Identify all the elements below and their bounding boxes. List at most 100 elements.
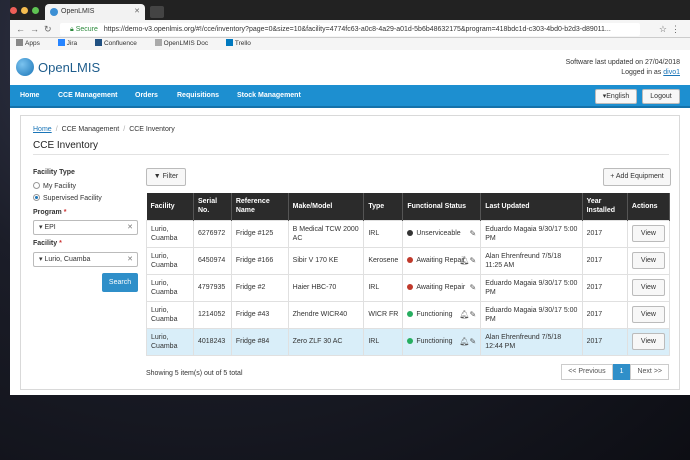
view-button[interactable]: View <box>631 306 665 323</box>
status-dot-icon <box>407 230 414 236</box>
cell-type: IRL <box>363 273 404 302</box>
breadcrumb: Home / CCE Management / CCE Inventory <box>33 126 175 133</box>
forward-icon[interactable]: → <box>30 24 44 34</box>
openlmis-logo-icon[interactable] <box>16 58 34 76</box>
cell-actions: View <box>626 300 671 329</box>
nav-home[interactable]: Home <box>20 92 39 99</box>
next-page-button[interactable]: Next >> <box>630 364 669 380</box>
close-window-icon[interactable] <box>10 7 17 14</box>
username-link[interactable]: divo1 <box>663 69 680 76</box>
bell-edit-icon[interactable]: 🔔︎✎ <box>459 256 476 265</box>
cell-serial: 4797935 <box>193 273 232 302</box>
minimize-window-icon[interactable] <box>21 7 28 14</box>
bookmark-jira[interactable]: Jira <box>57 39 85 47</box>
facility-select[interactable]: ▾ Lurio, Cuamba ✕ <box>33 252 138 267</box>
logo-text[interactable]: OpenLMIS <box>38 60 100 75</box>
plus-icon: + <box>610 173 615 180</box>
view-button[interactable]: View <box>631 225 665 242</box>
menu-icon[interactable]: ⋮ <box>671 24 684 34</box>
table-row: Lurio, Cuamba 4797935 Fridge #2 Haier HB… <box>146 273 671 302</box>
close-tab-icon[interactable]: ✕ <box>134 4 140 20</box>
radio-my-facility[interactable]: My Facility <box>33 182 76 190</box>
jira-icon <box>57 39 65 46</box>
browser-tab[interactable]: OpenLMIS ✕ <box>45 4 145 20</box>
cell-functional-status: Awaiting Repair ✎ <box>402 273 482 302</box>
sync-status: Software last updated on 27/04/2018 <box>565 59 680 66</box>
main-navbar: Home CCE Management Orders Requisitions … <box>10 85 690 108</box>
nav-requisitions[interactable]: Requisitions <box>177 92 219 99</box>
app-page: OpenLMIS Software last updated on 27/04/… <box>10 50 690 395</box>
star-icon[interactable]: ☆ <box>659 24 671 34</box>
col-facility: Facility <box>146 193 194 220</box>
maximize-window-icon[interactable] <box>32 7 39 14</box>
previous-page-button[interactable]: << Previous <box>561 364 613 380</box>
secure-label: Secure <box>75 26 98 33</box>
page-1-button[interactable]: 1 <box>612 364 631 380</box>
clear-program-icon[interactable]: ✕ <box>127 221 133 234</box>
title-divider <box>33 154 669 155</box>
filter-button[interactable]: ▼ Filter <box>146 168 186 186</box>
table-row: Lurio, Cuamba 6276972 Fridge #125 B Medi… <box>146 219 671 248</box>
cell-serial: 1214052 <box>193 300 232 329</box>
col-serial: Serial No. <box>193 193 232 220</box>
bell-edit-icon[interactable]: 🔔︎✎ <box>459 337 476 346</box>
cell-type: IRL <box>363 327 404 356</box>
col-make-model: Make/Model <box>288 193 365 220</box>
cell-make-model: Zero ZLF 30 AC <box>287 327 365 356</box>
confluence-icon <box>94 39 102 46</box>
new-tab-button[interactable] <box>150 6 164 18</box>
nav-cce-management[interactable]: CCE Management <box>58 92 118 99</box>
clear-facility-icon[interactable]: ✕ <box>127 253 133 266</box>
logout-button[interactable]: Logout <box>642 89 680 104</box>
cell-type: WICR FR <box>363 300 404 329</box>
radio-supervised-facility[interactable]: Supervised Facility <box>33 194 102 202</box>
view-button[interactable]: View <box>631 279 665 296</box>
bookmark-openlmis-doc[interactable]: OpenLMIS Doc <box>154 39 216 47</box>
facility-type-label: Facility Type <box>33 169 75 176</box>
cell-year: 2017 <box>581 273 628 302</box>
nav-orders[interactable]: Orders <box>135 92 158 99</box>
bell-edit-icon[interactable]: 🔔︎✎ <box>459 310 476 319</box>
status-dot-icon <box>407 284 414 290</box>
reload-icon[interactable]: ↻ <box>44 24 57 34</box>
cell-functional-status: Unserviceable ✎ <box>402 219 482 248</box>
cell-actions: View <box>626 327 671 356</box>
logged-in-line: Logged in as divo1 <box>621 69 680 76</box>
radio-icon[interactable] <box>33 182 40 189</box>
cell-facility: Lurio, Cuamba <box>146 219 194 248</box>
bookmark-apps[interactable]: Apps <box>16 39 48 47</box>
breadcrumb-home[interactable]: Home <box>33 126 52 133</box>
radio-checked-icon[interactable] <box>33 194 40 201</box>
view-button[interactable]: View <box>631 333 665 350</box>
table-row: Lurio, Cuamba 1214052 Fridge #43 Zhendre… <box>146 300 671 329</box>
url-bar[interactable]: 🔒︎ Secure https://demo-v3.openlmis.org/#… <box>60 23 640 36</box>
cell-serial: 6276972 <box>193 219 232 248</box>
edit-status-icon[interactable]: ✎ <box>470 229 477 238</box>
cell-actions: View <box>626 219 671 248</box>
cell-year: 2017 <box>581 327 628 356</box>
cell-year: 2017 <box>581 219 628 248</box>
cell-make-model: Sibir V 170 KE <box>287 246 365 275</box>
browser-chrome: OpenLMIS ✕ ←→↻ 🔒︎ Secure https://demo-v3… <box>10 0 690 50</box>
cell-reference: Fridge #84 <box>230 327 289 356</box>
edit-status-icon[interactable]: ✎ <box>470 283 477 292</box>
bookmark-confluence[interactable]: Confluence <box>94 39 145 47</box>
col-actions: Actions <box>627 193 671 220</box>
url-text: https://demo-v3.openlmis.org/#!/cce/inve… <box>103 26 611 33</box>
language-dropdown[interactable]: ▾English <box>595 89 637 104</box>
view-button[interactable]: View <box>631 252 665 269</box>
cell-functional-status: Awaiting Repair 🔔︎✎ <box>402 246 482 275</box>
add-equipment-button[interactable]: + Add Equipment <box>603 168 671 186</box>
cell-last-updated: Eduardo Magaia 9/30/17 5:00 PM <box>480 219 583 248</box>
back-icon[interactable]: ← <box>16 24 30 34</box>
main-content: Home / CCE Management / CCE Inventory CCE In… <box>20 115 680 390</box>
cell-serial: 6450974 <box>193 246 232 275</box>
cell-functional-status: Functioning 🔔︎✎ <box>402 327 482 356</box>
program-select[interactable]: ▾ EPI ✕ <box>33 220 138 235</box>
bookmark-trello[interactable]: Trello <box>225 39 259 47</box>
search-button[interactable]: Search <box>102 273 138 292</box>
nav-stock-management[interactable]: Stock Management <box>237 92 301 99</box>
extension-icons: ☆⋮ <box>659 24 684 35</box>
status-dot-icon <box>407 338 414 344</box>
col-reference: Reference Name <box>231 193 289 220</box>
